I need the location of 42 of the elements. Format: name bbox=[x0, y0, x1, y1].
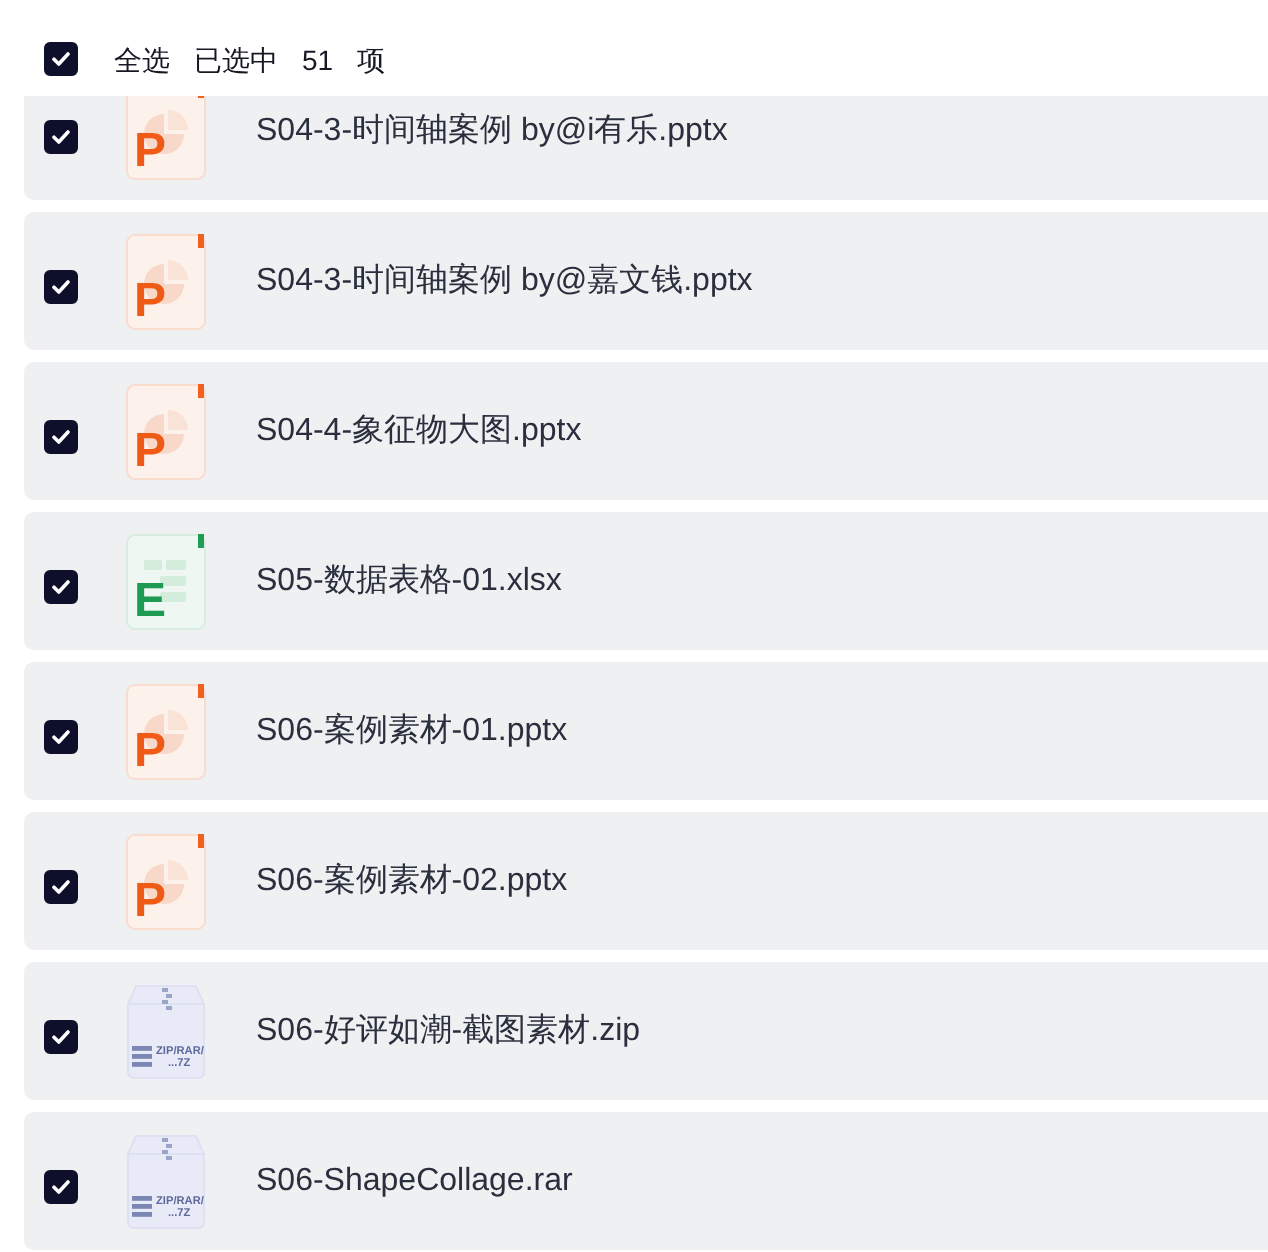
presentation-file-icon: P bbox=[126, 383, 206, 479]
file-name: S06-案例素材-01.pptx bbox=[256, 711, 568, 751]
file-checkbox[interactable] bbox=[44, 120, 78, 154]
presentation-file-icon: P bbox=[126, 233, 206, 329]
file-row[interactable]: P S06-案例素材-01.pptx bbox=[24, 662, 1268, 800]
select-all-label[interactable]: 全选 bbox=[114, 41, 170, 77]
file-checkbox[interactable] bbox=[44, 720, 78, 754]
presentation-file-icon: P bbox=[126, 96, 206, 179]
file-checkbox[interactable] bbox=[44, 1170, 78, 1204]
check-icon bbox=[52, 130, 70, 144]
file-name: S06-案例素材-02.pptx bbox=[256, 861, 568, 901]
file-name: S06-好评如潮-截图素材.zip bbox=[256, 1011, 641, 1051]
presentation-file-icon: P bbox=[126, 683, 206, 779]
spreadsheet-file-icon: E bbox=[126, 533, 206, 629]
file-name: S04-3-时间轴案例 by@嘉文钱.pptx bbox=[256, 261, 753, 301]
check-icon bbox=[52, 1030, 70, 1044]
file-row[interactable]: P S06-案例素材-02.pptx bbox=[24, 812, 1268, 950]
file-checkbox[interactable] bbox=[44, 270, 78, 304]
count-unit-text: 项 bbox=[357, 41, 386, 77]
file-name: S04-3-时间轴案例 by@i有乐.pptx bbox=[256, 111, 728, 151]
selection-status-text: 已选中 bbox=[194, 41, 278, 77]
check-icon bbox=[52, 280, 70, 294]
selected-count: 51 bbox=[302, 41, 334, 77]
file-name: S06-ShapeCollage.rar bbox=[256, 1161, 573, 1201]
file-checkbox[interactable] bbox=[44, 870, 78, 904]
file-name: S04-4-象征物大图.pptx bbox=[256, 411, 582, 451]
select-all-checkbox[interactable] bbox=[44, 42, 78, 76]
check-icon bbox=[52, 430, 70, 444]
file-checkbox[interactable] bbox=[44, 570, 78, 604]
file-row[interactable]: P S04-4-象征物大图.pptx bbox=[24, 362, 1268, 500]
file-row[interactable]: P S04-3-时间轴案例 by@i有乐.pptx bbox=[24, 96, 1268, 200]
check-icon bbox=[52, 880, 70, 894]
presentation-file-icon: P bbox=[126, 833, 206, 929]
file-checkbox[interactable] bbox=[44, 420, 78, 454]
file-row[interactable]: P S04-3-时间轴案例 by@嘉文钱.pptx bbox=[24, 212, 1268, 350]
file-row[interactable]: E S05-数据表格-01.xlsx bbox=[24, 512, 1268, 650]
check-icon bbox=[52, 52, 70, 66]
check-icon bbox=[52, 1180, 70, 1194]
check-icon bbox=[52, 580, 70, 594]
check-icon bbox=[52, 730, 70, 744]
file-checkbox[interactable] bbox=[44, 1020, 78, 1054]
file-name: S05-数据表格-01.xlsx bbox=[256, 561, 562, 601]
